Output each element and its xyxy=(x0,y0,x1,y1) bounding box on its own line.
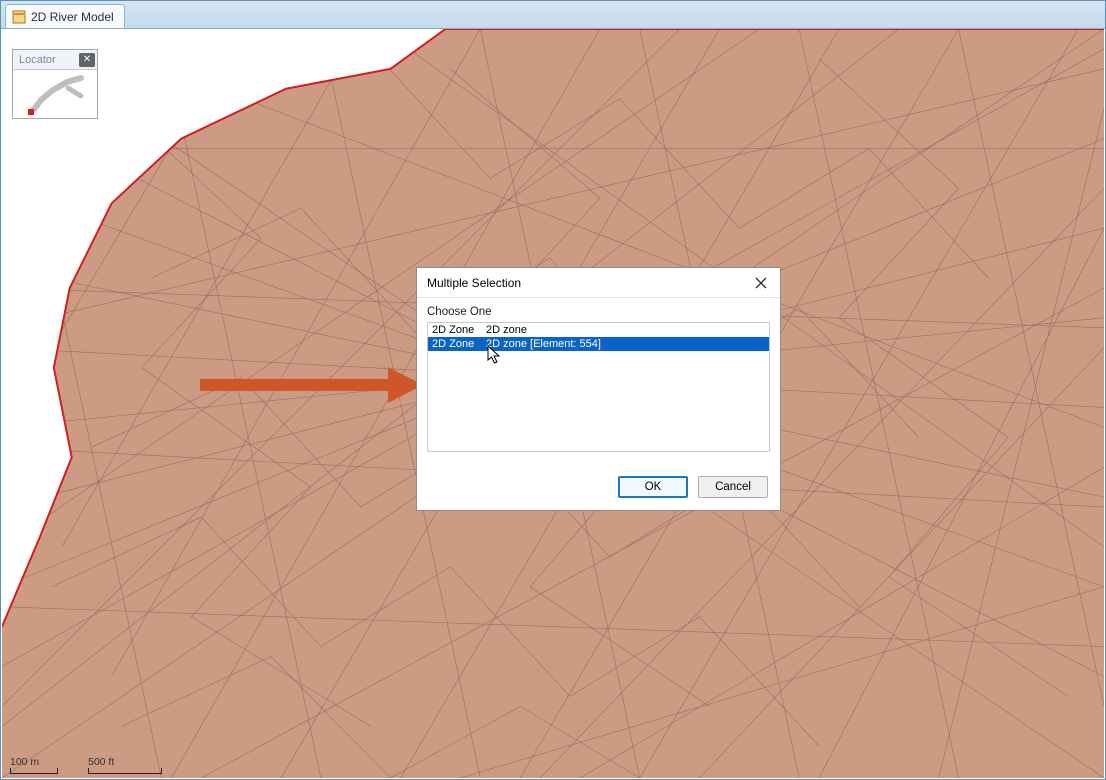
close-icon[interactable] xyxy=(750,273,772,293)
multiple-selection-dialog: Multiple Selection Choose One 2D Zone2D … xyxy=(416,267,781,511)
selection-listbox[interactable]: 2D Zone 2D zone 2D Zone 2D zone [Element: 5… xyxy=(427,322,770,452)
locator-header[interactable]: Locator ✕ xyxy=(13,50,97,70)
scale-metric-label: 100 m xyxy=(10,756,39,768)
document-icon xyxy=(12,10,26,24)
locator-title: Locator xyxy=(19,54,79,66)
dialog-label: Choose One xyxy=(427,306,770,318)
dialog-titlebar[interactable]: Multiple Selection xyxy=(417,268,780,298)
list-item[interactable]: 2D Zone 2D zone [Element: 554] xyxy=(428,337,769,351)
tab-title: 2D River Model xyxy=(31,10,114,24)
list-item-type: 2D Zone xyxy=(432,337,478,351)
locator-map[interactable] xyxy=(13,70,97,118)
ok-button[interactable]: OK xyxy=(618,476,688,498)
list-item-label: 2D zone [Element: 554] xyxy=(486,337,601,351)
scale-rulers: 100 m 500 ft xyxy=(10,756,162,774)
close-icon[interactable]: ✕ xyxy=(79,53,95,67)
list-item-label: 2D zone xyxy=(486,323,527,337)
tab-strip: 2D River Model xyxy=(1,1,1105,29)
cancel-button[interactable]: Cancel xyxy=(698,476,768,498)
scale-imperial-label: 500 ft xyxy=(88,756,114,768)
tab-river-model[interactable]: 2D River Model xyxy=(5,4,125,28)
app-window: 2D River Model xyxy=(0,0,1106,780)
dialog-title: Multiple Selection xyxy=(427,276,750,290)
list-item[interactable]: 2D Zone 2D zone xyxy=(428,323,769,337)
list-item-type: 2D Zone xyxy=(432,323,478,337)
locator-panel[interactable]: Locator ✕ xyxy=(12,49,98,119)
